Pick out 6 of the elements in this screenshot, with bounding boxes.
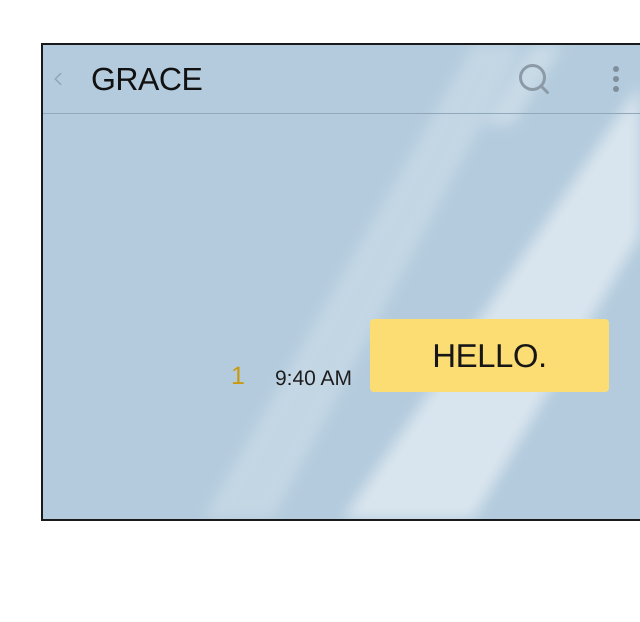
message-text: HELLO. xyxy=(432,339,547,372)
search-icon[interactable] xyxy=(516,61,552,97)
unread-count: 1 xyxy=(231,364,245,389)
more-options-icon[interactable] xyxy=(612,65,620,93)
message-time: 9:40 AM xyxy=(274,368,352,389)
contact-name: GRACE xyxy=(91,63,202,95)
